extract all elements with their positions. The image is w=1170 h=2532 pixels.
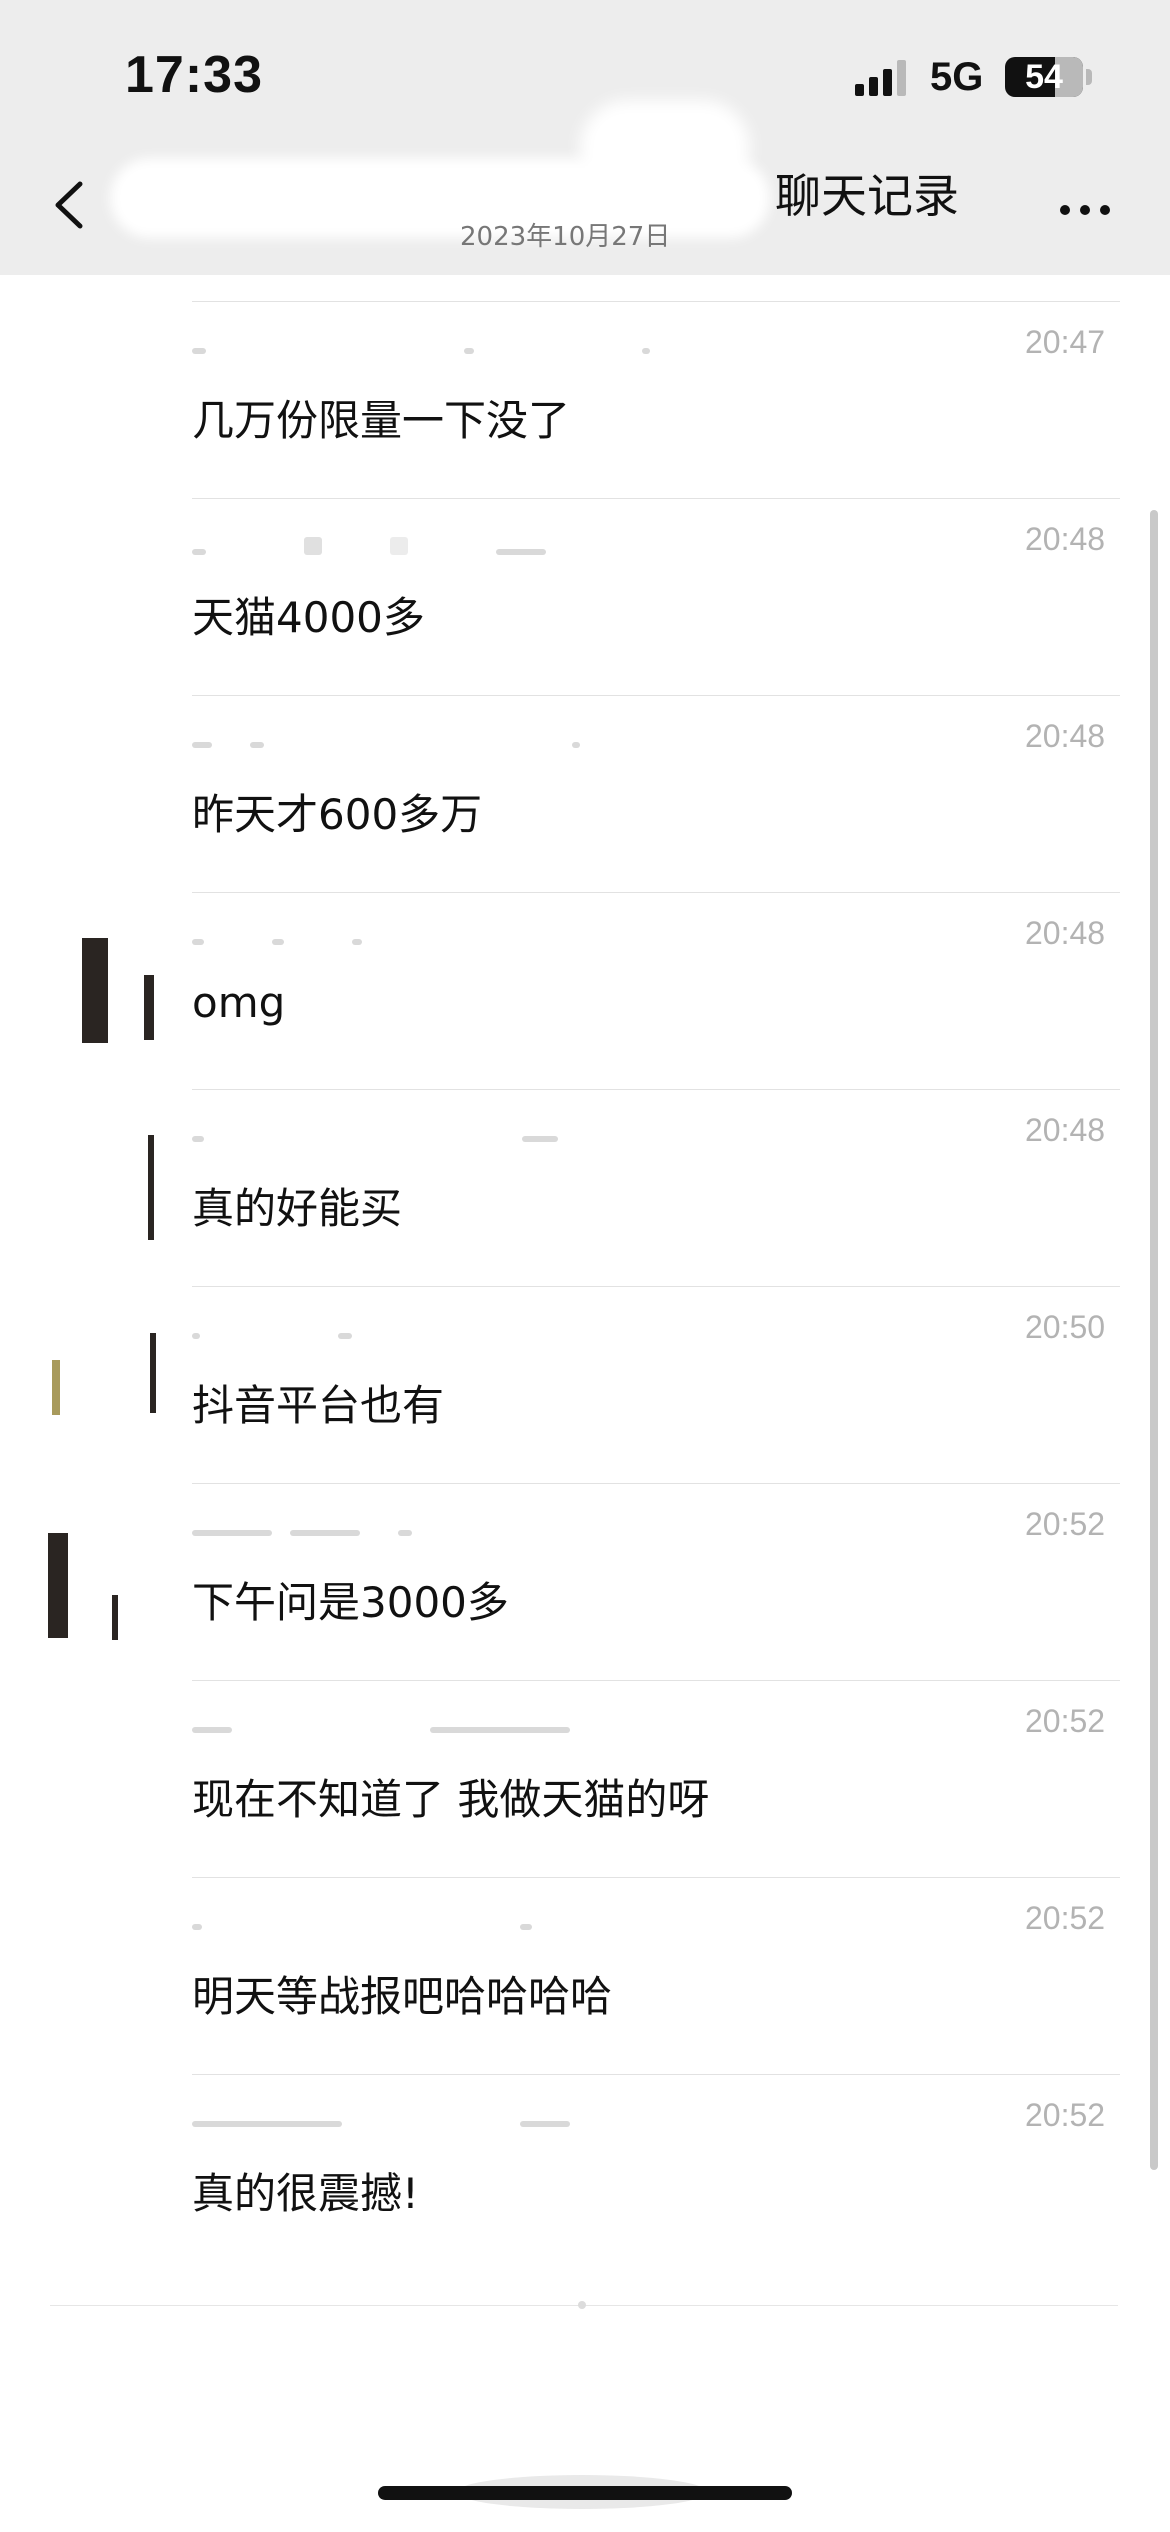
message-text: 真的很震撼! xyxy=(192,2169,419,2218)
sender-name-redacted xyxy=(192,537,564,557)
message-time: 20:52 xyxy=(1025,1506,1106,1542)
battery-icon: 54 xyxy=(1005,57,1083,97)
message-item[interactable]: 20:48 昨天才600多万 xyxy=(0,696,1170,893)
message-time: 20:52 xyxy=(1025,1900,1106,1936)
scrollbar[interactable] xyxy=(1150,510,1158,2170)
nav-bar: 聊天记录 2023年10月27日 xyxy=(0,100,1170,275)
sender-name-redacted xyxy=(192,734,598,754)
battery-level: 54 xyxy=(1025,58,1063,96)
message-text: 现在不知道了 我做天猫的呀 xyxy=(192,1775,710,1824)
message-item[interactable]: 20:47 几万份限量一下没了 xyxy=(0,302,1170,499)
message-text: 昨天才600多万 xyxy=(192,790,483,839)
message-time: 20:48 xyxy=(1025,521,1106,557)
home-indicator[interactable] xyxy=(378,2486,792,2500)
message-text: 抖音平台也有 xyxy=(192,1381,445,1430)
cellular-signal-icon xyxy=(855,60,906,96)
sender-name-redacted xyxy=(192,1916,550,1936)
message-item[interactable]: 20:52 现在不知道了 我做天猫的呀 xyxy=(0,1681,1170,1878)
message-time: 20:52 xyxy=(1025,1703,1106,1739)
message-item[interactable]: 20:52 明天等战报吧哈哈哈哈 xyxy=(0,1878,1170,2075)
message-time: 20:48 xyxy=(1025,915,1106,951)
message-text: omg xyxy=(192,978,286,1027)
message-item[interactable]: 20:48 omg xyxy=(0,893,1170,1090)
message-text: 几万份限量一下没了 xyxy=(192,396,571,445)
message-text: 真的好能买 xyxy=(192,1184,403,1233)
sender-name-redacted xyxy=(192,340,668,360)
sender-name-redacted xyxy=(192,1128,576,1148)
network-type: 5G xyxy=(930,55,984,99)
page-title: 聊天记录 xyxy=(775,169,959,223)
message-time: 20:47 xyxy=(1025,324,1106,360)
sender-name-redacted xyxy=(192,1325,370,1345)
message-item[interactable]: 20:52 真的很震撼! xyxy=(0,2075,1170,2255)
message-text: 天猫4000多 xyxy=(192,593,425,642)
redacted-title-mask-top xyxy=(580,100,750,195)
status-time: 17:33 xyxy=(125,46,263,104)
chat-history-list[interactable]: 20:47 几万份限量一下没了 20:48 天猫4000多 20:48 昨天才6… xyxy=(0,275,1170,2532)
message-time: 20:50 xyxy=(1025,1309,1106,1345)
chevron-left-icon[interactable] xyxy=(40,170,100,240)
sender-name-redacted xyxy=(192,2113,588,2133)
message-item[interactable]: 20:48 天猫4000多 xyxy=(0,499,1170,696)
message-time: 20:52 xyxy=(1025,2097,1106,2133)
message-text: 下午问是3000多 xyxy=(192,1578,509,1627)
message-item[interactable]: 20:52 下午问是3000多 xyxy=(0,1484,1170,1681)
sender-name-redacted xyxy=(192,1522,430,1542)
message-time: 20:48 xyxy=(1025,1112,1106,1148)
message-item[interactable]: 20:48 真的好能买 xyxy=(0,1090,1170,1287)
battery-cap xyxy=(1086,69,1092,85)
message-time: 20:48 xyxy=(1025,718,1106,754)
sender-name-redacted xyxy=(192,1719,588,1739)
sender-name-redacted xyxy=(192,931,380,951)
message-item[interactable]: 20:50 抖音平台也有 xyxy=(0,1287,1170,1484)
page-subtitle-date: 2023年10月27日 xyxy=(460,222,671,252)
end-of-history-dot xyxy=(578,2301,586,2309)
message-text: 明天等战报吧哈哈哈哈 xyxy=(192,1972,613,2021)
more-horizontal-icon[interactable] xyxy=(1055,200,1115,220)
